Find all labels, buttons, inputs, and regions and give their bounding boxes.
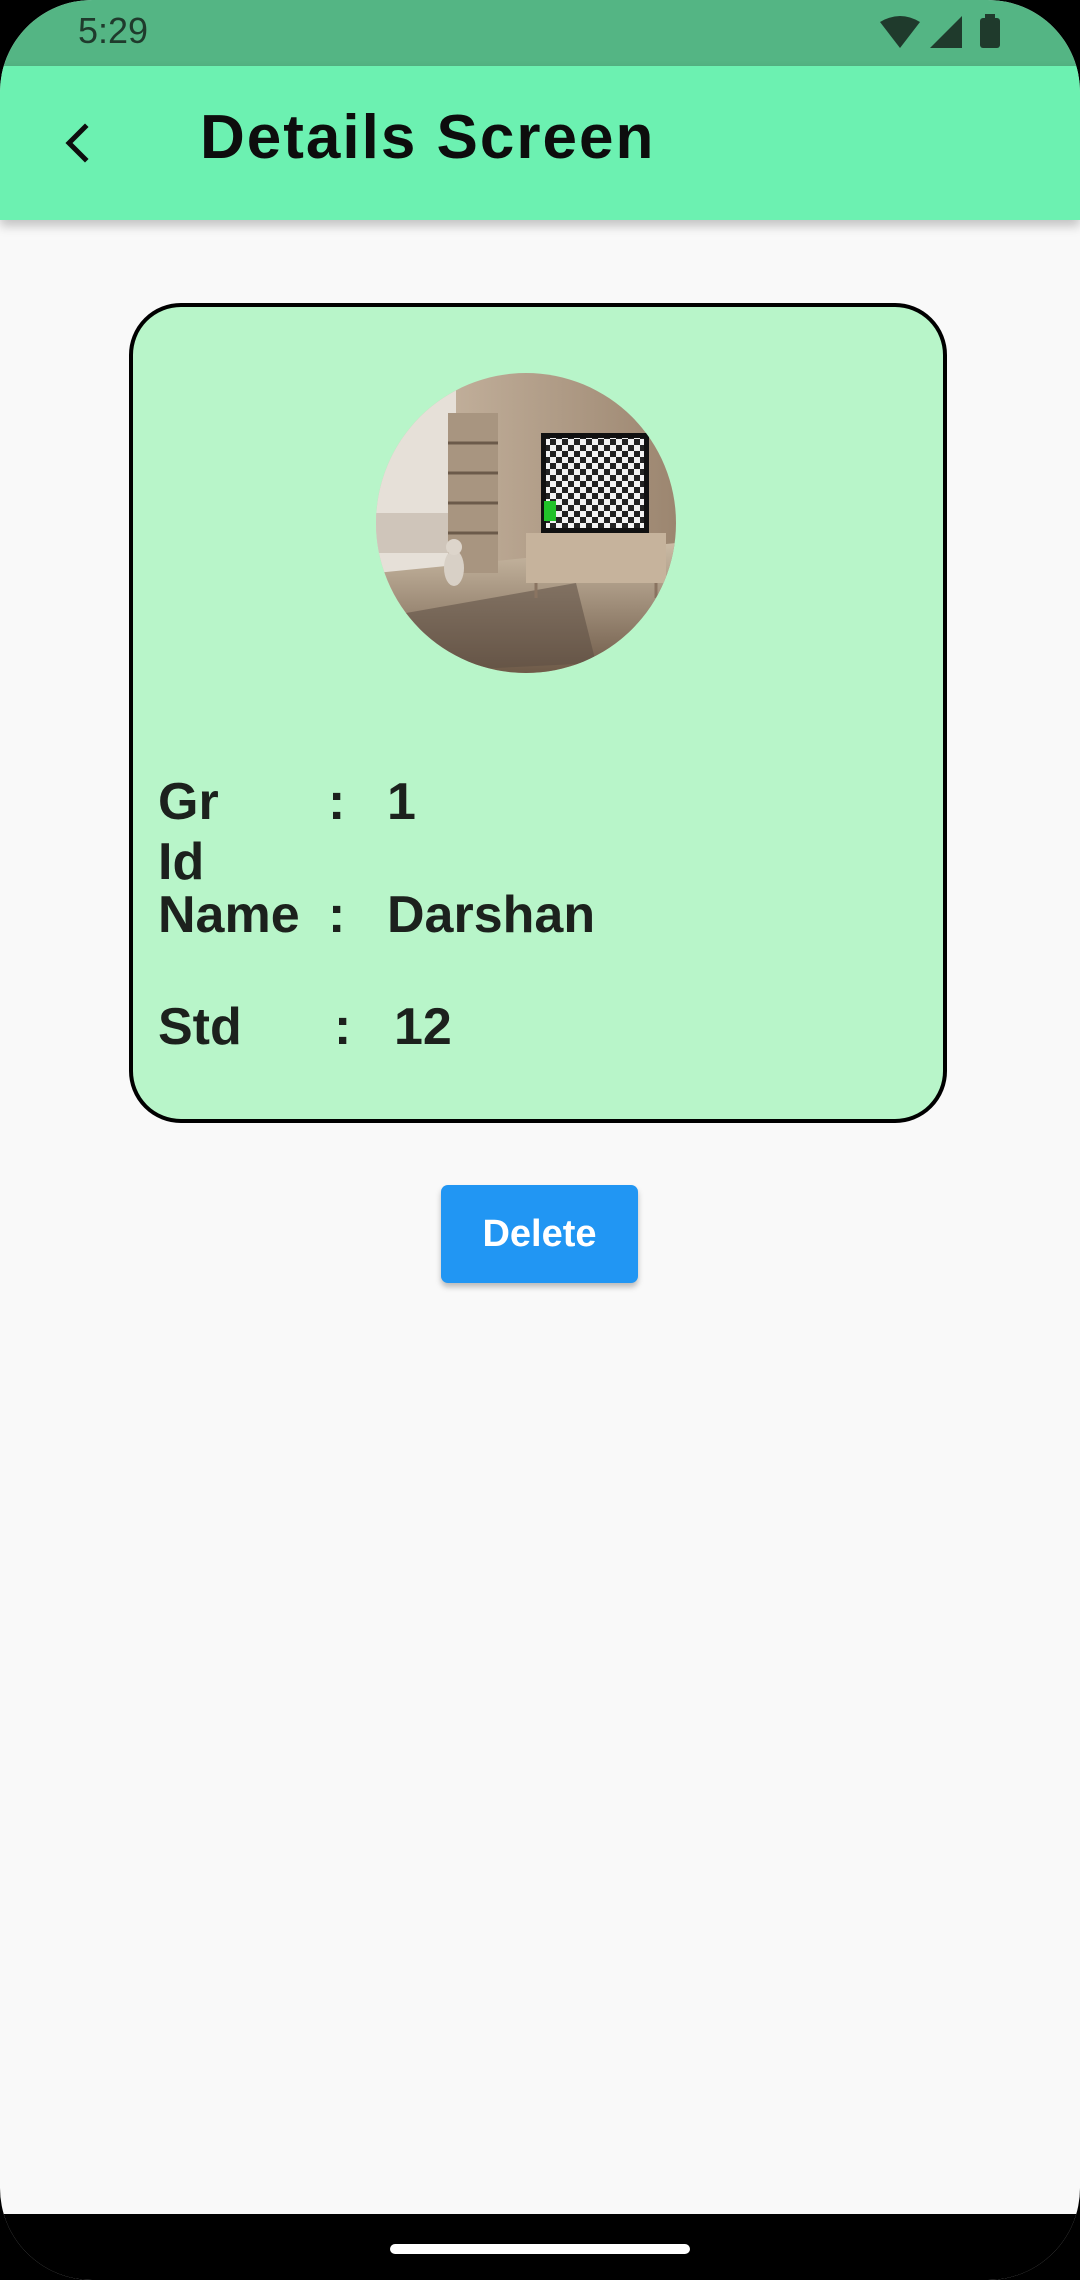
field-label: Name — [158, 886, 300, 944]
field-label: Std — [158, 998, 242, 1056]
field-colon: : — [328, 886, 346, 944]
back-button[interactable] — [42, 108, 112, 178]
field-label: Gr Id — [158, 773, 219, 891]
field-value: Darshan — [387, 886, 596, 944]
page-title: Details Screen — [200, 103, 656, 172]
wifi-icon — [880, 16, 920, 48]
field-value: 12 — [394, 998, 452, 1056]
status-icons — [880, 14, 1000, 48]
navigation-bar — [0, 2214, 1080, 2280]
status-time: 5:29 — [78, 10, 149, 51]
battery-icon — [980, 18, 1000, 48]
signal-icon — [930, 16, 962, 48]
room-photo — [376, 373, 676, 673]
delete-button[interactable]: Delete — [441, 1185, 638, 1283]
chevron-left-icon — [65, 123, 89, 163]
app-bar: Details Screen — [0, 66, 1080, 220]
student-card: Gr Id : 1 Name : Darshan Std : 12 — [129, 303, 947, 1123]
field-colon: : — [334, 998, 352, 1056]
field-colon: : — [328, 773, 346, 831]
field-value: 1 — [387, 773, 416, 831]
phone-screen: 5:29 Details Screen Gr Id: 1 Name: Dar… — [0, 0, 1080, 2280]
avatar — [376, 373, 676, 673]
status-bar: 5:29 — [0, 0, 1080, 66]
home-handle[interactable] — [390, 2244, 690, 2254]
